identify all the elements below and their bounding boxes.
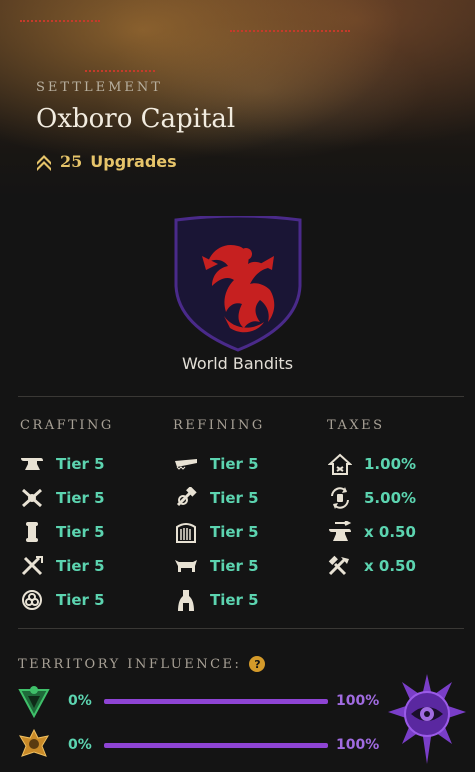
crafting-row-engineering[interactable]: Tier 5 — [18, 519, 105, 545]
chevron-up-rank-icon — [37, 154, 51, 171]
decorative-bunting — [20, 20, 100, 34]
influence-bar — [104, 698, 328, 704]
tools-fee-icon — [326, 553, 354, 579]
tier-value: Tier 5 — [210, 523, 259, 541]
refining-heading: REFINING — [173, 418, 265, 433]
green-faction-icon — [18, 684, 50, 722]
tax-row-trading[interactable]: 5.00% — [326, 485, 416, 511]
help-icon[interactable]: ? — [249, 656, 266, 672]
influence-left-pct: 0% — [68, 737, 92, 753]
anvil-fee-icon — [326, 519, 354, 545]
influence-right-pct: 100% — [336, 693, 380, 709]
influence-right-pct: 100% — [336, 737, 380, 753]
faction-shield[interactable] — [172, 214, 304, 354]
tier-value: Tier 5 — [56, 523, 105, 541]
crafting-row-weaponsmithing[interactable]: Tier 5 — [18, 451, 105, 477]
crafting-row-armoring[interactable]: Tier 5 — [18, 485, 105, 511]
territory-influence-label: TERRITORY INFLUENCE: — [18, 656, 242, 672]
divider — [18, 396, 464, 397]
settlement-kicker: SETTLEMENT — [36, 80, 163, 95]
tax-row-property[interactable]: 1.00% — [326, 451, 416, 477]
upgrades-label: Upgrades — [90, 152, 177, 171]
tax-value: x 0.50 — [364, 523, 416, 541]
divider — [18, 628, 464, 629]
furnace-icon — [172, 587, 200, 613]
crafting-row-arcana[interactable]: Tier 5 — [18, 587, 105, 613]
tax-row-crafting-fee[interactable]: x 0.50 — [326, 519, 416, 545]
ox-icon — [172, 553, 200, 579]
settlement-name: Oxboro Capital — [36, 104, 236, 134]
refining-row-woodworking[interactable]: Tier 5 — [172, 451, 259, 477]
tier-value: Tier 5 — [210, 557, 259, 575]
upgrades-count: 25 Upgrades — [36, 152, 177, 171]
tier-value: Tier 5 — [210, 455, 259, 473]
crossed-swords-icon — [18, 553, 46, 579]
dragon-crest-icon — [174, 214, 302, 352]
scroll-icon — [18, 519, 46, 545]
tax-value: x 0.50 — [364, 557, 416, 575]
territory-influence-heading: TERRITORY INFLUENCE: ? — [18, 656, 266, 672]
hammer-icon — [172, 485, 200, 511]
crafting-row-jewelcrafting[interactable]: Tier 5 — [18, 553, 105, 579]
crafting-heading: CRAFTING — [20, 418, 114, 433]
faction-name: World Bandits — [181, 354, 294, 373]
trade-cycle-icon — [326, 485, 354, 511]
tier-value: Tier 5 — [56, 489, 105, 507]
tax-value: 5.00% — [364, 489, 417, 507]
saw-icon — [172, 451, 200, 477]
refining-row-stonecutting[interactable]: Tier 5 — [172, 587, 259, 613]
refining-row-weaving[interactable]: Tier 5 — [172, 519, 259, 545]
decorative-bunting — [230, 30, 350, 44]
influence-row-syndicate: 0% 100% — [18, 684, 388, 719]
refining-row-smelting[interactable]: Tier 5 — [172, 485, 259, 511]
gold-faction-icon — [18, 728, 50, 766]
influence-bar — [104, 742, 328, 748]
tier-value: Tier 5 — [210, 591, 259, 609]
tax-row-refining-fee[interactable]: x 0.50 — [326, 553, 416, 579]
tier-value: Tier 5 — [56, 591, 105, 609]
anvil-icon — [18, 451, 46, 477]
influence-left-pct: 0% — [68, 693, 92, 709]
tier-value: Tier 5 — [56, 557, 105, 575]
loom-icon — [172, 519, 200, 545]
tax-value: 1.00% — [364, 455, 417, 473]
taxes-heading: TAXES — [327, 418, 385, 433]
ring-icon — [18, 587, 46, 613]
refining-row-leatherworking[interactable]: Tier 5 — [172, 553, 259, 579]
eye-sigil-icon — [386, 672, 468, 766]
tier-value: Tier 5 — [56, 455, 105, 473]
house-tax-icon — [326, 451, 354, 477]
influence-row-covenant: 0% 100% — [18, 728, 388, 762]
crossed-tools-icon — [18, 485, 46, 511]
tier-value: Tier 5 — [210, 489, 259, 507]
upgrades-number: 25 — [60, 152, 83, 171]
